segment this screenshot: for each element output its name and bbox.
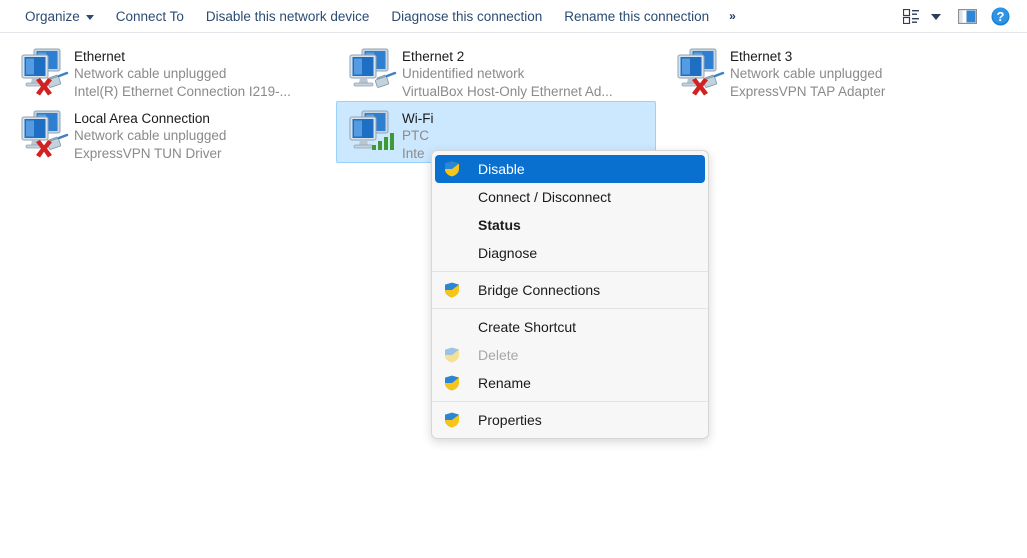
menu-item-disable[interactable]: Disable (435, 155, 705, 183)
connection-status: Network cable unplugged (74, 65, 291, 83)
shield-icon (443, 347, 461, 363)
chevron-down-icon (86, 15, 94, 20)
menu-item-label: Bridge Connections (478, 281, 600, 299)
menu-separator (432, 308, 708, 309)
menu-item-label: Status (478, 216, 521, 234)
menu-item-label: Rename (478, 374, 531, 392)
help-icon: ? (991, 7, 1010, 26)
preview-pane-button[interactable] (951, 5, 984, 28)
connection-text: Ethernet 2 Unidentified network VirtualB… (402, 45, 613, 101)
connection-status: Unidentified network (402, 65, 613, 83)
context-menu: Disable Connect / Disconnect Status Diag… (431, 150, 709, 439)
toolbar-organize-label: Organize (25, 9, 80, 24)
menu-item-delete: Delete (435, 341, 705, 369)
preview-pane-icon (958, 9, 977, 24)
connection-name: Ethernet 3 (730, 48, 885, 65)
connection-item-local-area-connection[interactable]: Local Area Connection Network cable unpl… (8, 101, 328, 163)
toolbar: Organize Connect To Disable this network… (0, 0, 1027, 33)
connection-status: PTC (402, 127, 433, 145)
toolbar-rename-connection[interactable]: Rename this connection (553, 5, 720, 28)
connection-device: Intel(R) Ethernet Connection I219-... (74, 83, 291, 101)
network-adapter-icon (16, 45, 74, 97)
toolbar-disable-device[interactable]: Disable this network device (195, 5, 381, 28)
connection-device: ExpressVPN TAP Adapter (730, 83, 885, 101)
toolbar-diagnose-connection[interactable]: Diagnose this connection (380, 5, 553, 28)
toolbar-rename-connection-label: Rename this connection (564, 9, 709, 24)
menu-item-status[interactable]: Status (435, 211, 705, 239)
error-cross-icon (688, 75, 712, 99)
error-cross-icon (32, 137, 56, 161)
menu-item-rename[interactable]: Rename (435, 369, 705, 397)
menu-item-label: Disable (478, 160, 525, 178)
connection-text: Ethernet Network cable unplugged Intel(R… (74, 45, 291, 101)
shield-icon (443, 161, 461, 177)
menu-item-bridge-connections[interactable]: Bridge Connections (435, 276, 705, 304)
view-options-chevron-down-icon[interactable] (931, 14, 941, 20)
connection-device: VirtualBox Host-Only Ethernet Ad... (402, 83, 613, 101)
toolbar-overflow-button[interactable]: » (720, 5, 744, 27)
connection-text: Local Area Connection Network cable unpl… (74, 107, 226, 163)
connection-text: Wi-Fi PTC Inte (402, 107, 433, 163)
menu-item-label: Connect / Disconnect (478, 188, 611, 206)
view-options-icon (903, 9, 920, 24)
connection-item-ethernet[interactable]: Ethernet Network cable unplugged Intel(R… (8, 39, 328, 101)
connection-name: Local Area Connection (74, 110, 226, 127)
toolbar-disable-device-label: Disable this network device (206, 9, 370, 24)
network-adapter-icon (672, 45, 730, 97)
menu-item-diagnose[interactable]: Diagnose (435, 239, 705, 267)
toolbar-connect-to-label: Connect To (116, 9, 184, 24)
network-adapter-icon (344, 45, 402, 97)
menu-item-label: Properties (478, 411, 542, 429)
connection-text: Ethernet 3 Network cable unplugged Expre… (730, 45, 885, 101)
menu-item-label: Diagnose (478, 244, 537, 262)
shield-icon (443, 412, 461, 428)
network-adapter-icon (344, 107, 402, 159)
connection-item-ethernet-2[interactable]: Ethernet 2 Unidentified network VirtualB… (336, 39, 656, 101)
shield-icon (443, 282, 461, 298)
connection-name: Wi-Fi (402, 110, 433, 127)
shield-icon (443, 375, 461, 391)
connection-status: Network cable unplugged (730, 65, 885, 83)
connection-device: Inte (402, 145, 433, 163)
connections-row-1: Ethernet Network cable unplugged Intel(R… (0, 39, 1027, 101)
menu-separator (432, 271, 708, 272)
menu-item-create-shortcut[interactable]: Create Shortcut (435, 313, 705, 341)
menu-item-properties[interactable]: Properties (435, 406, 705, 434)
toolbar-connect-to[interactable]: Connect To (105, 5, 195, 28)
connection-name: Ethernet 2 (402, 48, 613, 65)
error-cross-icon (32, 75, 56, 99)
connection-status: Network cable unplugged (74, 127, 226, 145)
connection-device: ExpressVPN TUN Driver (74, 145, 226, 163)
svg-text:?: ? (997, 9, 1005, 24)
toolbar-diagnose-connection-label: Diagnose this connection (391, 9, 542, 24)
menu-separator (432, 401, 708, 402)
connection-name: Ethernet (74, 48, 291, 65)
network-adapter-icon (16, 107, 74, 159)
menu-item-connect-disconnect[interactable]: Connect / Disconnect (435, 183, 705, 211)
menu-item-label: Delete (478, 346, 518, 364)
connection-item-ethernet-3[interactable]: Ethernet 3 Network cable unplugged Expre… (664, 39, 984, 101)
menu-item-label: Create Shortcut (478, 318, 576, 336)
view-options-button[interactable] (896, 5, 927, 28)
toolbar-organize[interactable]: Organize (14, 5, 105, 28)
help-button[interactable]: ? (984, 3, 1017, 30)
connections-list: Ethernet Network cable unplugged Intel(R… (0, 33, 1027, 163)
